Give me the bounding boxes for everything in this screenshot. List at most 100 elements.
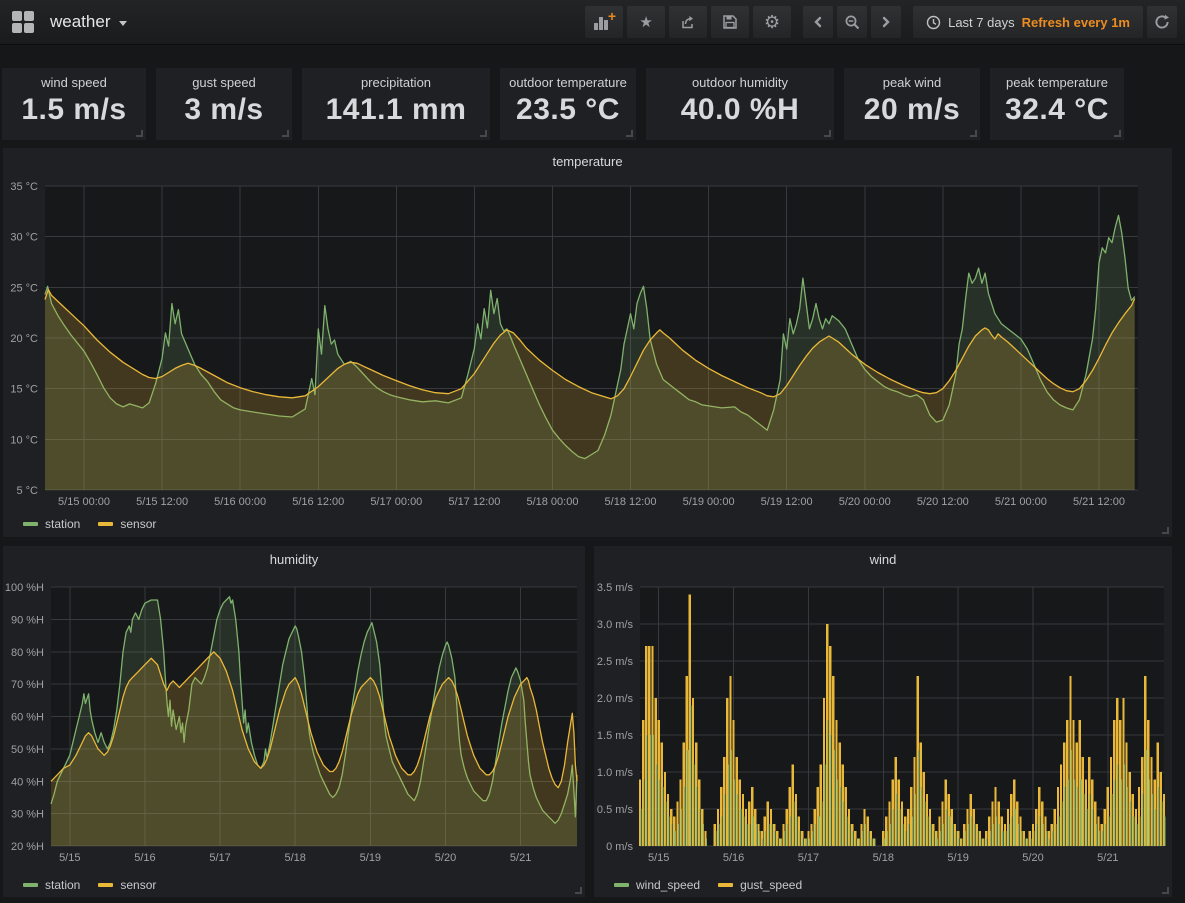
stat-value: 23.5 °C <box>500 93 636 127</box>
stat-panel-gust-speed: gust speed 3 m/s <box>156 68 292 140</box>
resize-handle[interactable] <box>626 130 633 137</box>
legend-label: station <box>45 878 80 892</box>
svg-text:5/15: 5/15 <box>59 852 80 864</box>
legend-label: sensor <box>120 517 156 531</box>
svg-text:30 %H: 30 %H <box>11 809 44 821</box>
stat-panel-peak-temperature: peak temperature 32.4 °C <box>990 68 1124 140</box>
legend-item-wind-speed[interactable]: wind_speed <box>614 878 700 892</box>
svg-text:5/20: 5/20 <box>435 852 456 864</box>
panel-title[interactable]: precipitation <box>302 68 490 90</box>
series-swatch <box>23 522 38 526</box>
refresh-button[interactable] <box>1147 6 1177 38</box>
svg-text:5/19 12:00: 5/19 12:00 <box>761 496 813 508</box>
grafana-menu-icon[interactable] <box>12 11 34 33</box>
svg-text:5/18 12:00: 5/18 12:00 <box>605 496 657 508</box>
time-forward-button[interactable] <box>871 6 901 38</box>
svg-text:0.5 m/s: 0.5 m/s <box>597 804 634 816</box>
legend-item-station[interactable]: station <box>23 517 80 531</box>
resize-handle[interactable] <box>1114 130 1121 137</box>
svg-text:5 °C: 5 °C <box>16 485 38 497</box>
svg-text:5/17 00:00: 5/17 00:00 <box>370 496 422 508</box>
dashboard-body: temperature 5/15 00:005/15 12:005/16 00:… <box>3 148 1172 897</box>
svg-text:5/16 12:00: 5/16 12:00 <box>292 496 344 508</box>
legend-label: gust_speed <box>740 878 802 892</box>
panel-title[interactable]: temperature <box>3 148 1172 174</box>
panel-title[interactable]: peak wind <box>844 68 980 90</box>
svg-text:70 %H: 70 %H <box>11 679 44 691</box>
series-swatch <box>98 522 113 526</box>
resize-handle[interactable] <box>1162 527 1169 534</box>
zoom-out-button[interactable] <box>837 6 867 38</box>
time-picker-button[interactable]: Last 7 days Refresh every 1m <box>913 6 1143 38</box>
legend-item-sensor[interactable]: sensor <box>98 878 156 892</box>
panel-title[interactable]: outdoor temperature <box>500 68 636 90</box>
share-button[interactable] <box>669 6 707 38</box>
resize-handle[interactable] <box>282 130 289 137</box>
stat-panels-row: wind speed 1.5 m/s gust speed 3 m/s prec… <box>2 68 1185 140</box>
resize-handle[interactable] <box>1162 887 1169 894</box>
time-range-label: Last 7 days <box>948 15 1015 30</box>
wind-panel: wind 5/155/165/175/185/195/205/210 m/s0.… <box>594 546 1172 897</box>
navbar: weather + ★ ⚙ <box>0 0 1185 45</box>
svg-text:5/17: 5/17 <box>798 852 819 864</box>
panel-title[interactable]: peak temperature <box>990 68 1124 90</box>
bottom-panels-row: humidity 5/155/165/175/185/195/205/2120 … <box>3 546 1172 897</box>
series-swatch <box>98 883 113 887</box>
wind-chart[interactable]: 5/155/165/175/185/195/205/210 m/s0.5 m/s… <box>594 572 1172 873</box>
panel-title[interactable]: outdoor humidity <box>646 68 834 90</box>
refresh-icon <box>1154 14 1170 30</box>
chevron-left-icon <box>811 14 825 30</box>
svg-text:10 °C: 10 °C <box>10 434 38 446</box>
chevron-down-icon <box>119 21 127 26</box>
legend-item-gust-speed[interactable]: gust_speed <box>718 878 802 892</box>
series-swatch <box>23 883 38 887</box>
legend: station sensor <box>3 512 1172 536</box>
svg-text:5/17: 5/17 <box>209 852 230 864</box>
star-button[interactable]: ★ <box>627 6 665 38</box>
svg-text:5/15 00:00: 5/15 00:00 <box>58 496 110 508</box>
time-back-button[interactable] <box>803 6 833 38</box>
settings-button[interactable]: ⚙ <box>753 6 791 38</box>
series-swatch <box>614 883 629 887</box>
svg-text:100 %H: 100 %H <box>5 582 44 594</box>
humidity-chart[interactable]: 5/155/165/175/185/195/205/2120 %H30 %H40… <box>3 572 585 873</box>
gear-icon: ⚙ <box>764 13 780 31</box>
stat-value: 40.0 %H <box>646 93 834 127</box>
svg-text:5/19: 5/19 <box>947 852 968 864</box>
legend-item-sensor[interactable]: sensor <box>98 517 156 531</box>
svg-text:2.0 m/s: 2.0 m/s <box>597 693 634 705</box>
svg-text:5/15: 5/15 <box>648 852 669 864</box>
svg-text:40 %H: 40 %H <box>11 776 44 788</box>
svg-text:5/18 00:00: 5/18 00:00 <box>526 496 578 508</box>
resize-handle[interactable] <box>480 130 487 137</box>
svg-text:3.0 m/s: 3.0 m/s <box>597 619 634 631</box>
resize-handle[interactable] <box>824 130 831 137</box>
resize-handle[interactable] <box>136 130 143 137</box>
panel-title[interactable]: wind <box>594 546 1172 572</box>
svg-text:5/21 00:00: 5/21 00:00 <box>995 496 1047 508</box>
stat-panel-outdoor-humidity: outdoor humidity 40.0 %H <box>646 68 834 140</box>
resize-handle[interactable] <box>970 130 977 137</box>
panel-title[interactable]: gust speed <box>156 68 292 90</box>
stat-panel-wind-speed: wind speed 1.5 m/s <box>2 68 146 140</box>
stat-value: 1.5 m/s <box>2 93 146 127</box>
legend: wind_speed gust_speed <box>594 873 1172 897</box>
clock-icon <box>926 15 941 30</box>
legend-item-station[interactable]: station <box>23 878 80 892</box>
resize-handle[interactable] <box>575 887 582 894</box>
svg-text:5/20: 5/20 <box>1022 852 1043 864</box>
svg-text:0 m/s: 0 m/s <box>606 841 633 853</box>
panel-title[interactable]: humidity <box>3 546 585 572</box>
panel-title[interactable]: wind speed <box>2 68 146 90</box>
svg-text:80 %H: 80 %H <box>11 647 44 659</box>
temperature-chart[interactable]: 5/15 00:005/15 12:005/16 00:005/16 12:00… <box>3 174 1172 512</box>
svg-text:25 °C: 25 °C <box>10 282 38 294</box>
add-panel-button[interactable]: + <box>585 6 623 38</box>
legend-label: station <box>45 517 80 531</box>
save-icon <box>722 14 738 30</box>
svg-text:60 %H: 60 %H <box>11 712 44 724</box>
svg-text:5/15 12:00: 5/15 12:00 <box>136 496 188 508</box>
save-button[interactable] <box>711 6 749 38</box>
dashboard-title-dropdown[interactable]: weather <box>50 12 127 32</box>
stat-panel-outdoor-temperature: outdoor temperature 23.5 °C <box>500 68 636 140</box>
